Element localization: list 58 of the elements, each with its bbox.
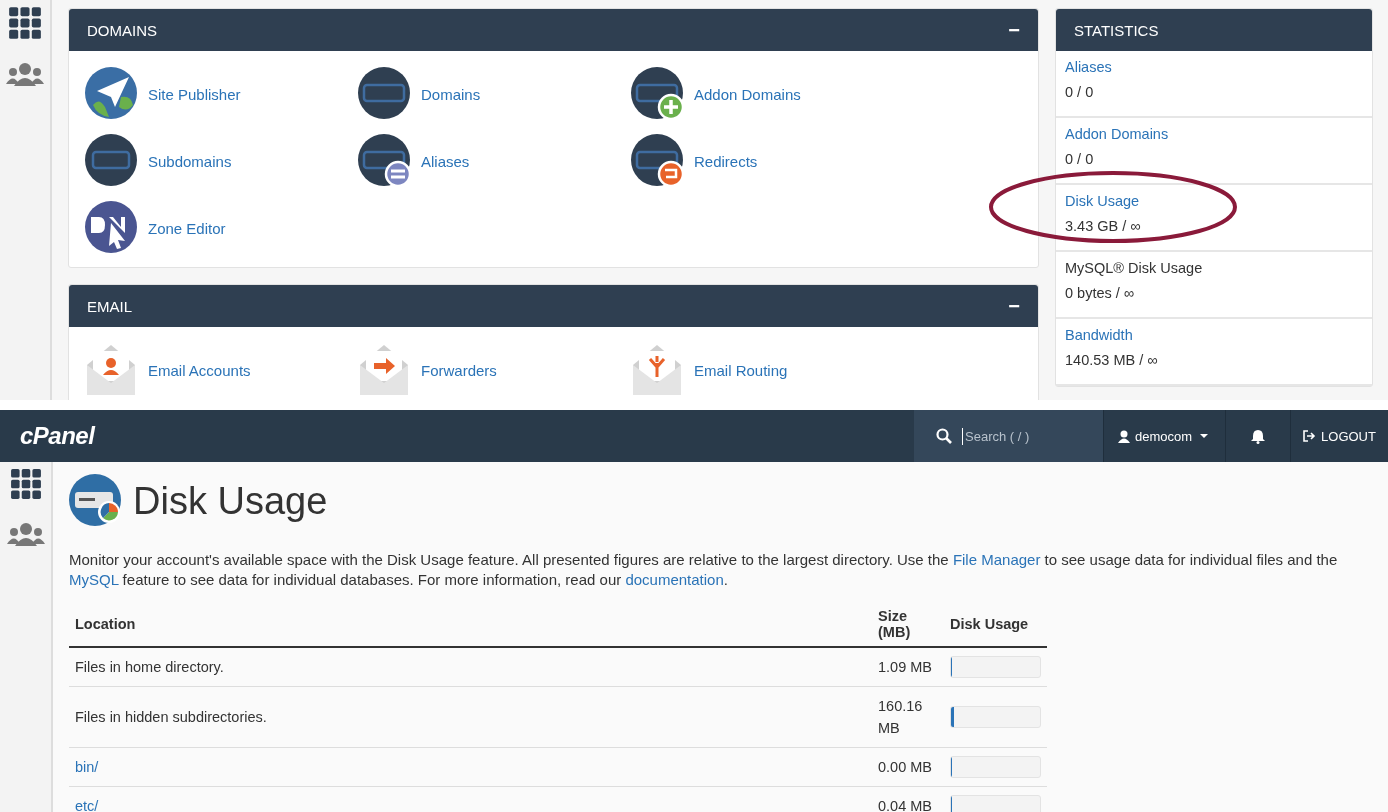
stat-link[interactable]: Bandwidth: [1065, 327, 1363, 343]
logout-icon: [1303, 430, 1317, 442]
stat-value: 0 / 0: [1065, 151, 1095, 167]
paper-plane-globe-icon: [85, 67, 139, 121]
stat-value: 0 / 0: [1065, 84, 1095, 100]
feature-link[interactable]: Email Accounts: [85, 343, 358, 397]
apps-grid-icon[interactable]: [8, 6, 42, 40]
column-header[interactable]: Disk Usage: [944, 602, 1047, 647]
column-header[interactable]: Location: [69, 602, 872, 647]
feature-link[interactable]: Zone Editor: [85, 201, 358, 255]
description-text: Monitor your account's available space with the Disk Usage feature. All presented figures are relative to the largest directory. Use the File Manager to see usage data for individual files and the MySQL feature to see data for individual databases. For more information, read our documentation.: [69, 550, 1339, 590]
inline-link[interactable]: MySQL: [69, 571, 119, 588]
logo[interactable]: cPanel: [0, 422, 914, 450]
search-field[interactable]: Search ( / ): [962, 427, 1092, 445]
size-cell: 160.16 MB: [878, 698, 923, 736]
page-title: Disk Usage: [133, 479, 328, 523]
search-icon: [936, 428, 952, 444]
stat-label: MySQL® Disk Usage: [1065, 260, 1204, 276]
users-icon[interactable]: [6, 62, 44, 86]
inline-link[interactable]: documentation: [625, 571, 724, 588]
collapse-toggle[interactable]: −: [1008, 294, 1020, 318]
feature-link[interactable]: Aliases: [358, 134, 631, 188]
feature-link[interactable]: Subdomains: [85, 134, 358, 188]
size-cell: 1.09 MB: [878, 659, 932, 675]
server-chart-icon: [69, 474, 123, 528]
feature-link[interactable]: Forwarders: [358, 343, 631, 397]
feature-link[interactable]: Site Publisher: [85, 67, 358, 121]
domain-plus-icon: [631, 67, 685, 121]
location-cell: Files in hidden subdirectories.: [75, 709, 267, 725]
stat-value: 3.43 GB / ∞: [1065, 218, 1142, 234]
size-cell: 0.00 MB: [878, 759, 932, 775]
stat-value: 140.53 MB / ∞: [1065, 352, 1159, 368]
bell-icon: [1251, 428, 1265, 444]
user-icon: [1117, 429, 1130, 443]
stat-link[interactable]: Disk Usage: [1065, 193, 1363, 209]
inline-link[interactable]: File Manager: [952, 551, 1041, 568]
size-cell: 0.04 MB: [878, 798, 932, 812]
collapse-toggle[interactable]: −: [1008, 18, 1020, 42]
stat-value: 0 bytes / ∞: [1065, 285, 1136, 301]
section-title: EMAIL: [87, 297, 132, 315]
stat-link[interactable]: Aliases: [1065, 59, 1363, 75]
section-title: DOMAINS: [87, 21, 157, 39]
location-cell: Files in home directory.: [75, 659, 224, 675]
feature-link[interactable]: Addon Domains: [631, 67, 904, 121]
directory-link[interactable]: bin/: [75, 759, 99, 775]
directory-link[interactable]: etc/: [75, 798, 99, 812]
feature-link[interactable]: Email Routing: [631, 343, 904, 397]
users-icon[interactable]: [6, 522, 45, 546]
apps-grid-icon[interactable]: [9, 468, 42, 500]
dns-cursor-icon: [85, 201, 139, 255]
domain-icon: [358, 67, 412, 121]
feature-link[interactable]: Domains: [358, 67, 631, 121]
column-header[interactable]: Size (MB): [872, 602, 944, 647]
domain-redirect-icon: [631, 134, 685, 188]
feature-link[interactable]: Redirects: [631, 134, 904, 188]
section-title: STATISTICS: [1074, 21, 1159, 39]
stat-link[interactable]: Addon Domains: [1065, 126, 1363, 142]
domain-equal-icon: [358, 134, 412, 188]
